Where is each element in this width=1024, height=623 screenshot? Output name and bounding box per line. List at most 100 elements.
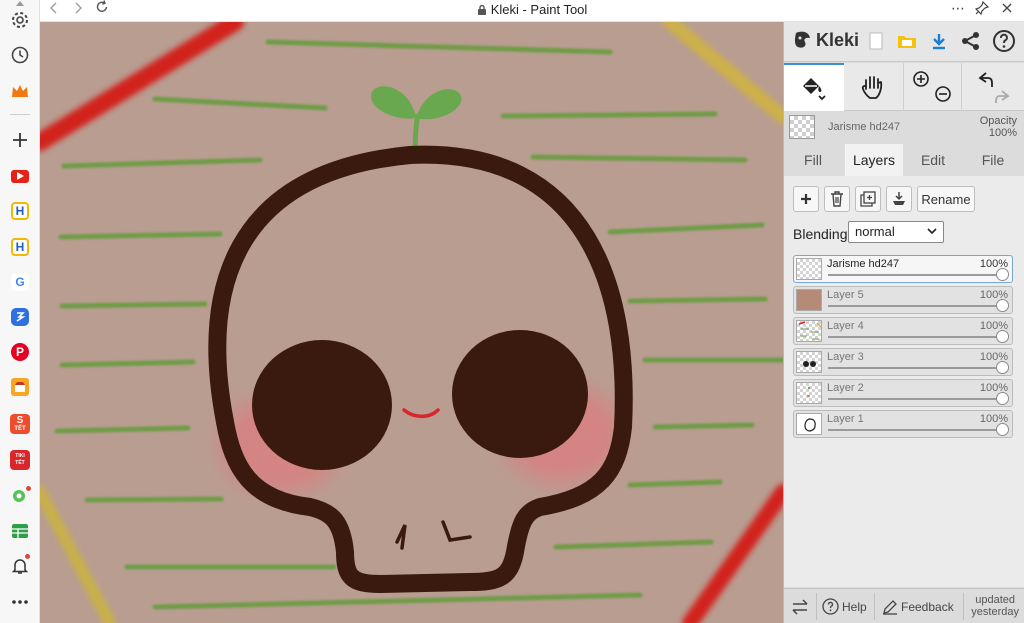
forward-icon[interactable]: [73, 1, 83, 21]
slider-handle[interactable]: [996, 361, 1009, 374]
shopee-icon[interactable]: S TẾT: [6, 410, 34, 438]
notification-dot: [25, 485, 32, 492]
tiki-icon[interactable]: TIKI TẾT: [6, 446, 34, 474]
tab-fill[interactable]: Fill: [784, 144, 842, 176]
layer-thumbnail: [796, 320, 822, 342]
updated-line-1: updated: [975, 594, 1016, 606]
duplicate-layer-button[interactable]: [855, 186, 881, 212]
layer-row[interactable]: Layer 5 100%: [793, 286, 1013, 314]
opacity-readout: Opacity 100%: [980, 115, 1017, 139]
layer-opacity-slider[interactable]: [828, 361, 1009, 374]
slider-handle[interactable]: [996, 299, 1009, 312]
brand-name: Kleki: [816, 29, 860, 50]
layer-thumbnail: [796, 413, 822, 435]
pin-icon[interactable]: [974, 0, 990, 22]
slider-handle[interactable]: [996, 392, 1009, 405]
help-button[interactable]: Help: [822, 589, 867, 623]
undo-redo-icon: [977, 72, 1010, 103]
footer-divider: [874, 593, 875, 620]
layer-name: Jarisme hd247: [827, 258, 900, 270]
slider-handle[interactable]: [996, 423, 1009, 436]
layer-opacity-slider[interactable]: [828, 423, 1009, 436]
hand-icon: [861, 76, 883, 99]
kleki-logo-icon: [794, 31, 810, 48]
slider-handle[interactable]: [996, 330, 1009, 343]
current-layer-name: Jarisme hd247: [828, 121, 901, 133]
share-icon[interactable]: [958, 28, 984, 54]
panel-footer: Help Feedback updated yesterday: [784, 588, 1024, 623]
add-layer-button[interactable]: [793, 186, 819, 212]
translate-icon[interactable]: [6, 303, 34, 331]
tab-file[interactable]: File: [963, 144, 1023, 176]
layer-name: Layer 3: [827, 351, 864, 363]
feedback-icon: [883, 599, 897, 615]
layer-thumbnail: [796, 382, 822, 404]
layer-row[interactable]: Layer 3 100%: [793, 348, 1013, 376]
kleki-logo[interactable]: Kleki: [792, 29, 859, 51]
help-circle-icon[interactable]: [991, 28, 1017, 54]
opacity-label: Opacity: [979, 115, 1017, 127]
settings-icon[interactable]: [6, 6, 34, 34]
tab-layers[interactable]: Layers: [845, 144, 903, 176]
paint-bucket-icon: [803, 78, 826, 101]
crown-icon[interactable]: [6, 77, 34, 105]
sidebar-divider: [10, 114, 30, 115]
games-icon[interactable]: [6, 481, 34, 509]
history-icon[interactable]: [6, 41, 34, 69]
zoom-tool[interactable]: [903, 63, 961, 111]
layer-row[interactable]: Layer 1 100%: [793, 410, 1013, 438]
sheet-icon[interactable]: [6, 517, 34, 545]
new-file-icon[interactable]: [863, 28, 889, 54]
feedback-button[interactable]: Feedback: [882, 589, 954, 623]
hand-tool[interactable]: [844, 63, 902, 111]
refresh-icon[interactable]: [95, 0, 109, 21]
add-icon[interactable]: [6, 126, 34, 154]
blending-value: normal: [855, 224, 895, 239]
layer-row[interactable]: Layer 2 100%: [793, 379, 1013, 407]
blending-label: Blending: [793, 226, 848, 242]
layer-name: Layer 1: [827, 413, 864, 425]
undo-redo-tool[interactable]: [961, 63, 1024, 111]
layer-opacity-slider[interactable]: [828, 330, 1009, 343]
layer-name: Layer 5: [827, 289, 864, 301]
youtube-icon[interactable]: [6, 162, 34, 190]
paint-bucket-tool[interactable]: [784, 63, 844, 111]
layer-opacity-slider[interactable]: [828, 299, 1009, 312]
merge-down-button[interactable]: [886, 186, 912, 212]
layer-opacity-slider[interactable]: [828, 268, 1009, 281]
more-icon[interactable]: [6, 588, 34, 616]
layer-name: Layer 2: [827, 382, 864, 394]
download-icon[interactable]: [926, 28, 952, 54]
app-window: H H G P S TẾT TIKI TẾT Kleki - Paint Too…: [0, 0, 1024, 623]
shopee-badge: TẾT: [14, 426, 26, 432]
delete-layer-button[interactable]: [824, 186, 850, 212]
browser-sidebar: H H G P S TẾT TIKI TẾT: [0, 0, 40, 623]
pinterest-icon[interactable]: P: [6, 338, 34, 366]
lock-icon: [477, 4, 486, 15]
swap-sides-button[interactable]: [791, 589, 809, 623]
more-options-icon[interactable]: ⋯: [951, 0, 965, 19]
blending-select[interactable]: normal: [848, 221, 944, 243]
bell-icon[interactable]: [6, 552, 34, 580]
import-icon[interactable]: [894, 28, 920, 54]
window-title-text: Kleki - Paint Tool: [490, 2, 588, 17]
google-icon[interactable]: G: [6, 268, 34, 296]
store-icon[interactable]: [6, 373, 34, 401]
layer-name: Layer 4: [827, 320, 864, 332]
layer-opacity-slider[interactable]: [828, 392, 1009, 405]
back-icon[interactable]: [49, 1, 59, 21]
layer-row[interactable]: Jarisme hd247 100%: [793, 255, 1013, 283]
h-app-icon[interactable]: H: [6, 197, 34, 225]
drawing-canvas[interactable]: [40, 22, 783, 623]
panel-tabs: Fill Layers Edit File: [784, 144, 1024, 176]
tab-edit[interactable]: Edit: [904, 144, 962, 176]
opacity-value: 100%: [988, 127, 1017, 139]
layer-row[interactable]: Layer 4 100%: [793, 317, 1013, 345]
rename-layer-button[interactable]: Rename: [917, 186, 975, 212]
updated-line-2: yesterday: [971, 606, 1019, 618]
close-icon[interactable]: [1001, 1, 1013, 21]
help-label: Help: [842, 599, 867, 614]
trash-icon: [831, 191, 843, 207]
slider-handle[interactable]: [996, 268, 1009, 281]
h-app-icon-2[interactable]: H: [6, 233, 34, 261]
